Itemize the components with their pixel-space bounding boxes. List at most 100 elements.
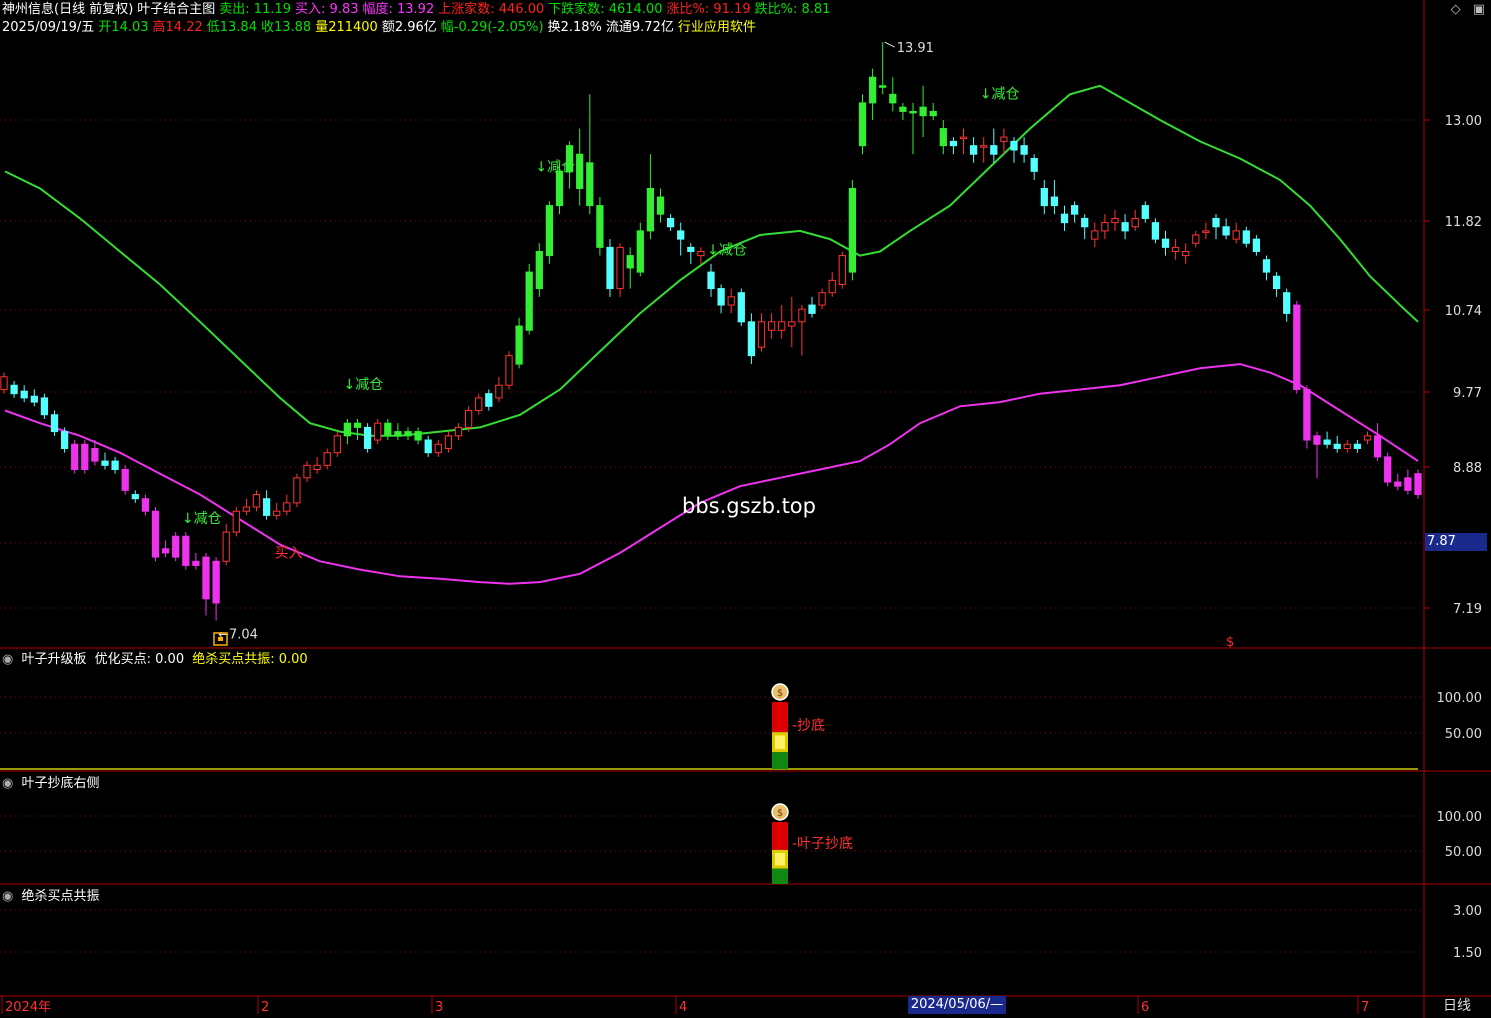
candle-body <box>929 110 937 117</box>
header1-item-5: 上涨家数: 446.00 <box>438 2 545 17</box>
candle <box>606 239 614 297</box>
candle-body <box>293 477 301 504</box>
header-line-1: 神州信息(日线 前复权) 叶子结合主图 卖出: 11.19 买入: 9.83 幅度: 1… <box>2 2 834 18</box>
x-tick-label-4: 6 <box>1141 1000 1149 1015</box>
candle <box>848 179 857 281</box>
candle-body <box>838 255 846 285</box>
candle-body <box>858 102 867 147</box>
candle-body <box>535 250 543 290</box>
header2-item-0: 2025/09/19/五 <box>2 20 95 35</box>
candle-body <box>949 140 958 147</box>
candle <box>1151 218 1160 244</box>
candle-body <box>182 535 190 566</box>
candle <box>525 263 533 335</box>
candle <box>293 473 301 508</box>
candle-body <box>1313 435 1321 445</box>
candle-body <box>303 464 311 479</box>
candle <box>1293 300 1301 394</box>
sub1-signal-yellow-hl <box>775 735 785 749</box>
candle-body <box>868 76 877 104</box>
candle-body <box>202 556 210 600</box>
money-bag-glyph: $ <box>777 688 783 699</box>
candle-body <box>1091 230 1099 240</box>
candle-body <box>374 422 382 441</box>
collapse-icon[interactable]: ◉ <box>2 652 13 667</box>
candle-body <box>1081 217 1089 228</box>
candle-body <box>990 145 998 155</box>
candle-body <box>10 384 18 395</box>
candle-body <box>1343 443 1351 449</box>
candle-body <box>717 288 725 306</box>
header1-item-1: 叶子结合主图 <box>137 2 216 17</box>
sell-signal-label: ↓减仓 <box>182 511 222 527</box>
candle-body <box>889 93 897 104</box>
diamond-icon[interactable]: ◇ <box>1451 2 1461 17</box>
candle-body <box>1171 246 1180 252</box>
candle-body <box>767 321 776 331</box>
candle <box>838 251 846 289</box>
collapse-icon[interactable]: ◉ <box>2 889 13 904</box>
candle-body <box>81 443 89 471</box>
y-tick-label-4: 8.88 <box>1453 461 1482 476</box>
candle-body <box>555 170 564 207</box>
candle-body <box>212 560 220 604</box>
period-button[interactable]: 日线 <box>1427 996 1487 1016</box>
candle-body <box>1363 435 1372 441</box>
header2-item-4: 收13.88 <box>260 20 312 35</box>
candle-body <box>1232 230 1240 240</box>
candle <box>151 507 160 562</box>
date-plate: 2024/05/06/— <box>908 996 1006 1014</box>
sell-signal-label: ↓减仓 <box>344 377 384 393</box>
candle-body <box>697 250 705 257</box>
sub1-signal-label: -抄底 <box>792 718 825 734</box>
candle-body <box>20 390 28 399</box>
candle-body <box>545 205 554 257</box>
candle <box>333 431 341 457</box>
candle-body <box>414 431 422 441</box>
sub2-tick-label-0: 100.00 <box>1437 810 1483 825</box>
candle <box>60 427 69 453</box>
candle-body <box>1070 205 1079 215</box>
candle-body <box>1272 275 1281 290</box>
candle-body <box>515 325 523 365</box>
candle-body <box>404 431 412 437</box>
low-label: ←7.04 <box>218 628 258 643</box>
sub1-tick-label-0: 100.00 <box>1437 691 1483 706</box>
candle <box>535 243 543 297</box>
sell-signal-label: ↓减仓 <box>707 242 747 258</box>
header1-item-2: 卖出: 11.19 <box>219 2 292 17</box>
candle-body <box>1182 250 1190 257</box>
panel1-value1: 优化买点: 0.00 <box>94 652 185 667</box>
candle-body <box>737 292 745 323</box>
candle-body <box>828 279 836 294</box>
header2-item-6: 额2.96亿 <box>381 20 437 35</box>
candle-body <box>808 304 816 314</box>
header2-item-1: 开14.03 <box>98 20 149 35</box>
high-label: 13.91 <box>897 41 934 56</box>
candle-body <box>1252 238 1261 252</box>
candle-body <box>727 296 735 306</box>
candle-body <box>879 85 887 88</box>
header2-item-7: 幅-0.29(-2.05%) <box>440 20 544 35</box>
candle-body <box>30 395 38 403</box>
candle <box>545 201 554 264</box>
candle-body <box>626 255 634 269</box>
buy-signal-label: 买入 <box>275 546 303 562</box>
candle <box>182 532 190 570</box>
candle <box>1384 452 1392 487</box>
watermark-text: bbs.gszb.top <box>682 494 816 518</box>
window-icon[interactable]: ▣ <box>1473 2 1485 17</box>
candle-body <box>666 217 675 228</box>
collapse-icon[interactable]: ◉ <box>2 776 13 791</box>
candle-body <box>172 535 180 558</box>
sell-signal-label: ↓减仓 <box>980 87 1020 103</box>
candle-body <box>848 187 857 273</box>
candle-body <box>1394 481 1402 487</box>
candle-body <box>1303 388 1311 441</box>
candle-body <box>969 145 978 155</box>
candle-body <box>909 110 917 114</box>
candle <box>737 288 745 327</box>
candle <box>858 94 867 155</box>
header2-item-3: 低13.84 <box>206 20 257 35</box>
panel2-title: ◉ 叶子抄底右侧 <box>2 776 104 792</box>
